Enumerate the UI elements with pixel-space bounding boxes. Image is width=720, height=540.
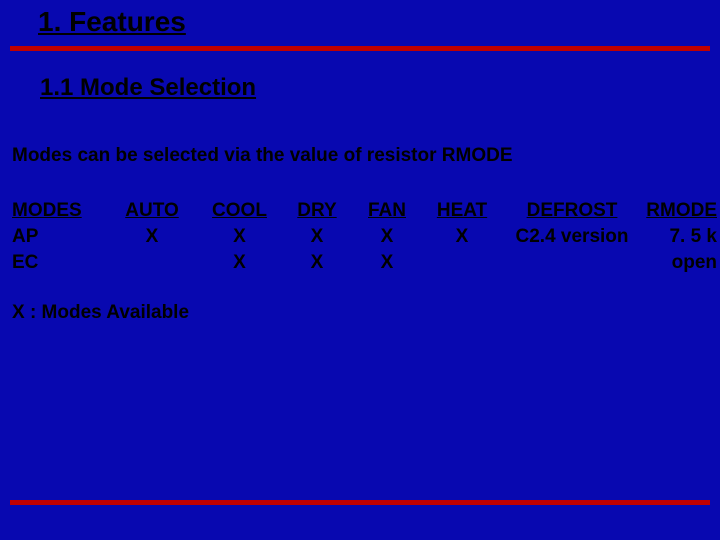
divider-bottom (10, 500, 710, 505)
divider-top (10, 46, 710, 51)
table-row: ECXXXopen (12, 250, 717, 276)
col-header-modes: MODES (12, 198, 107, 224)
cell-defrost: C2.4 version (502, 224, 642, 250)
table-header-row: MODESAUTOCOOLDRYFANHEATDEFROSTRMODE (12, 198, 717, 224)
col-header-defrost: DEFROST (502, 198, 642, 224)
table-row: APXXXXXC2.4 version7. 5 k (12, 224, 717, 250)
cell-fan: X (352, 250, 422, 276)
modes-table: MODESAUTOCOOLDRYFANHEATDEFROSTRMODE APXX… (12, 198, 717, 276)
cell-rmode: open (642, 250, 717, 276)
cell-dry: X (282, 224, 352, 250)
col-header-rmode: RMODE (642, 198, 717, 224)
legend-text: X : Modes Available (12, 302, 189, 324)
section-title: 1. Features (38, 6, 186, 38)
row-name: EC (12, 250, 107, 276)
col-header-auto: AUTO (107, 198, 197, 224)
row-name: AP (12, 224, 107, 250)
slide: 1. Features 1.1 Mode Selection Modes can… (0, 0, 720, 540)
subsection-title: 1.1 Mode Selection (40, 74, 256, 102)
col-header-dry: DRY (282, 198, 352, 224)
cell-dry: X (282, 250, 352, 276)
cell-cool: X (197, 250, 282, 276)
col-header-heat: HEAT (422, 198, 502, 224)
cell-fan: X (352, 224, 422, 250)
cell-cool: X (197, 224, 282, 250)
cell-rmode: 7. 5 k (642, 224, 717, 250)
col-header-fan: FAN (352, 198, 422, 224)
cell-heat: X (422, 224, 502, 250)
cell-auto: X (107, 224, 197, 250)
intro-text: Modes can be selected via the value of r… (12, 145, 513, 167)
col-header-cool: COOL (197, 198, 282, 224)
